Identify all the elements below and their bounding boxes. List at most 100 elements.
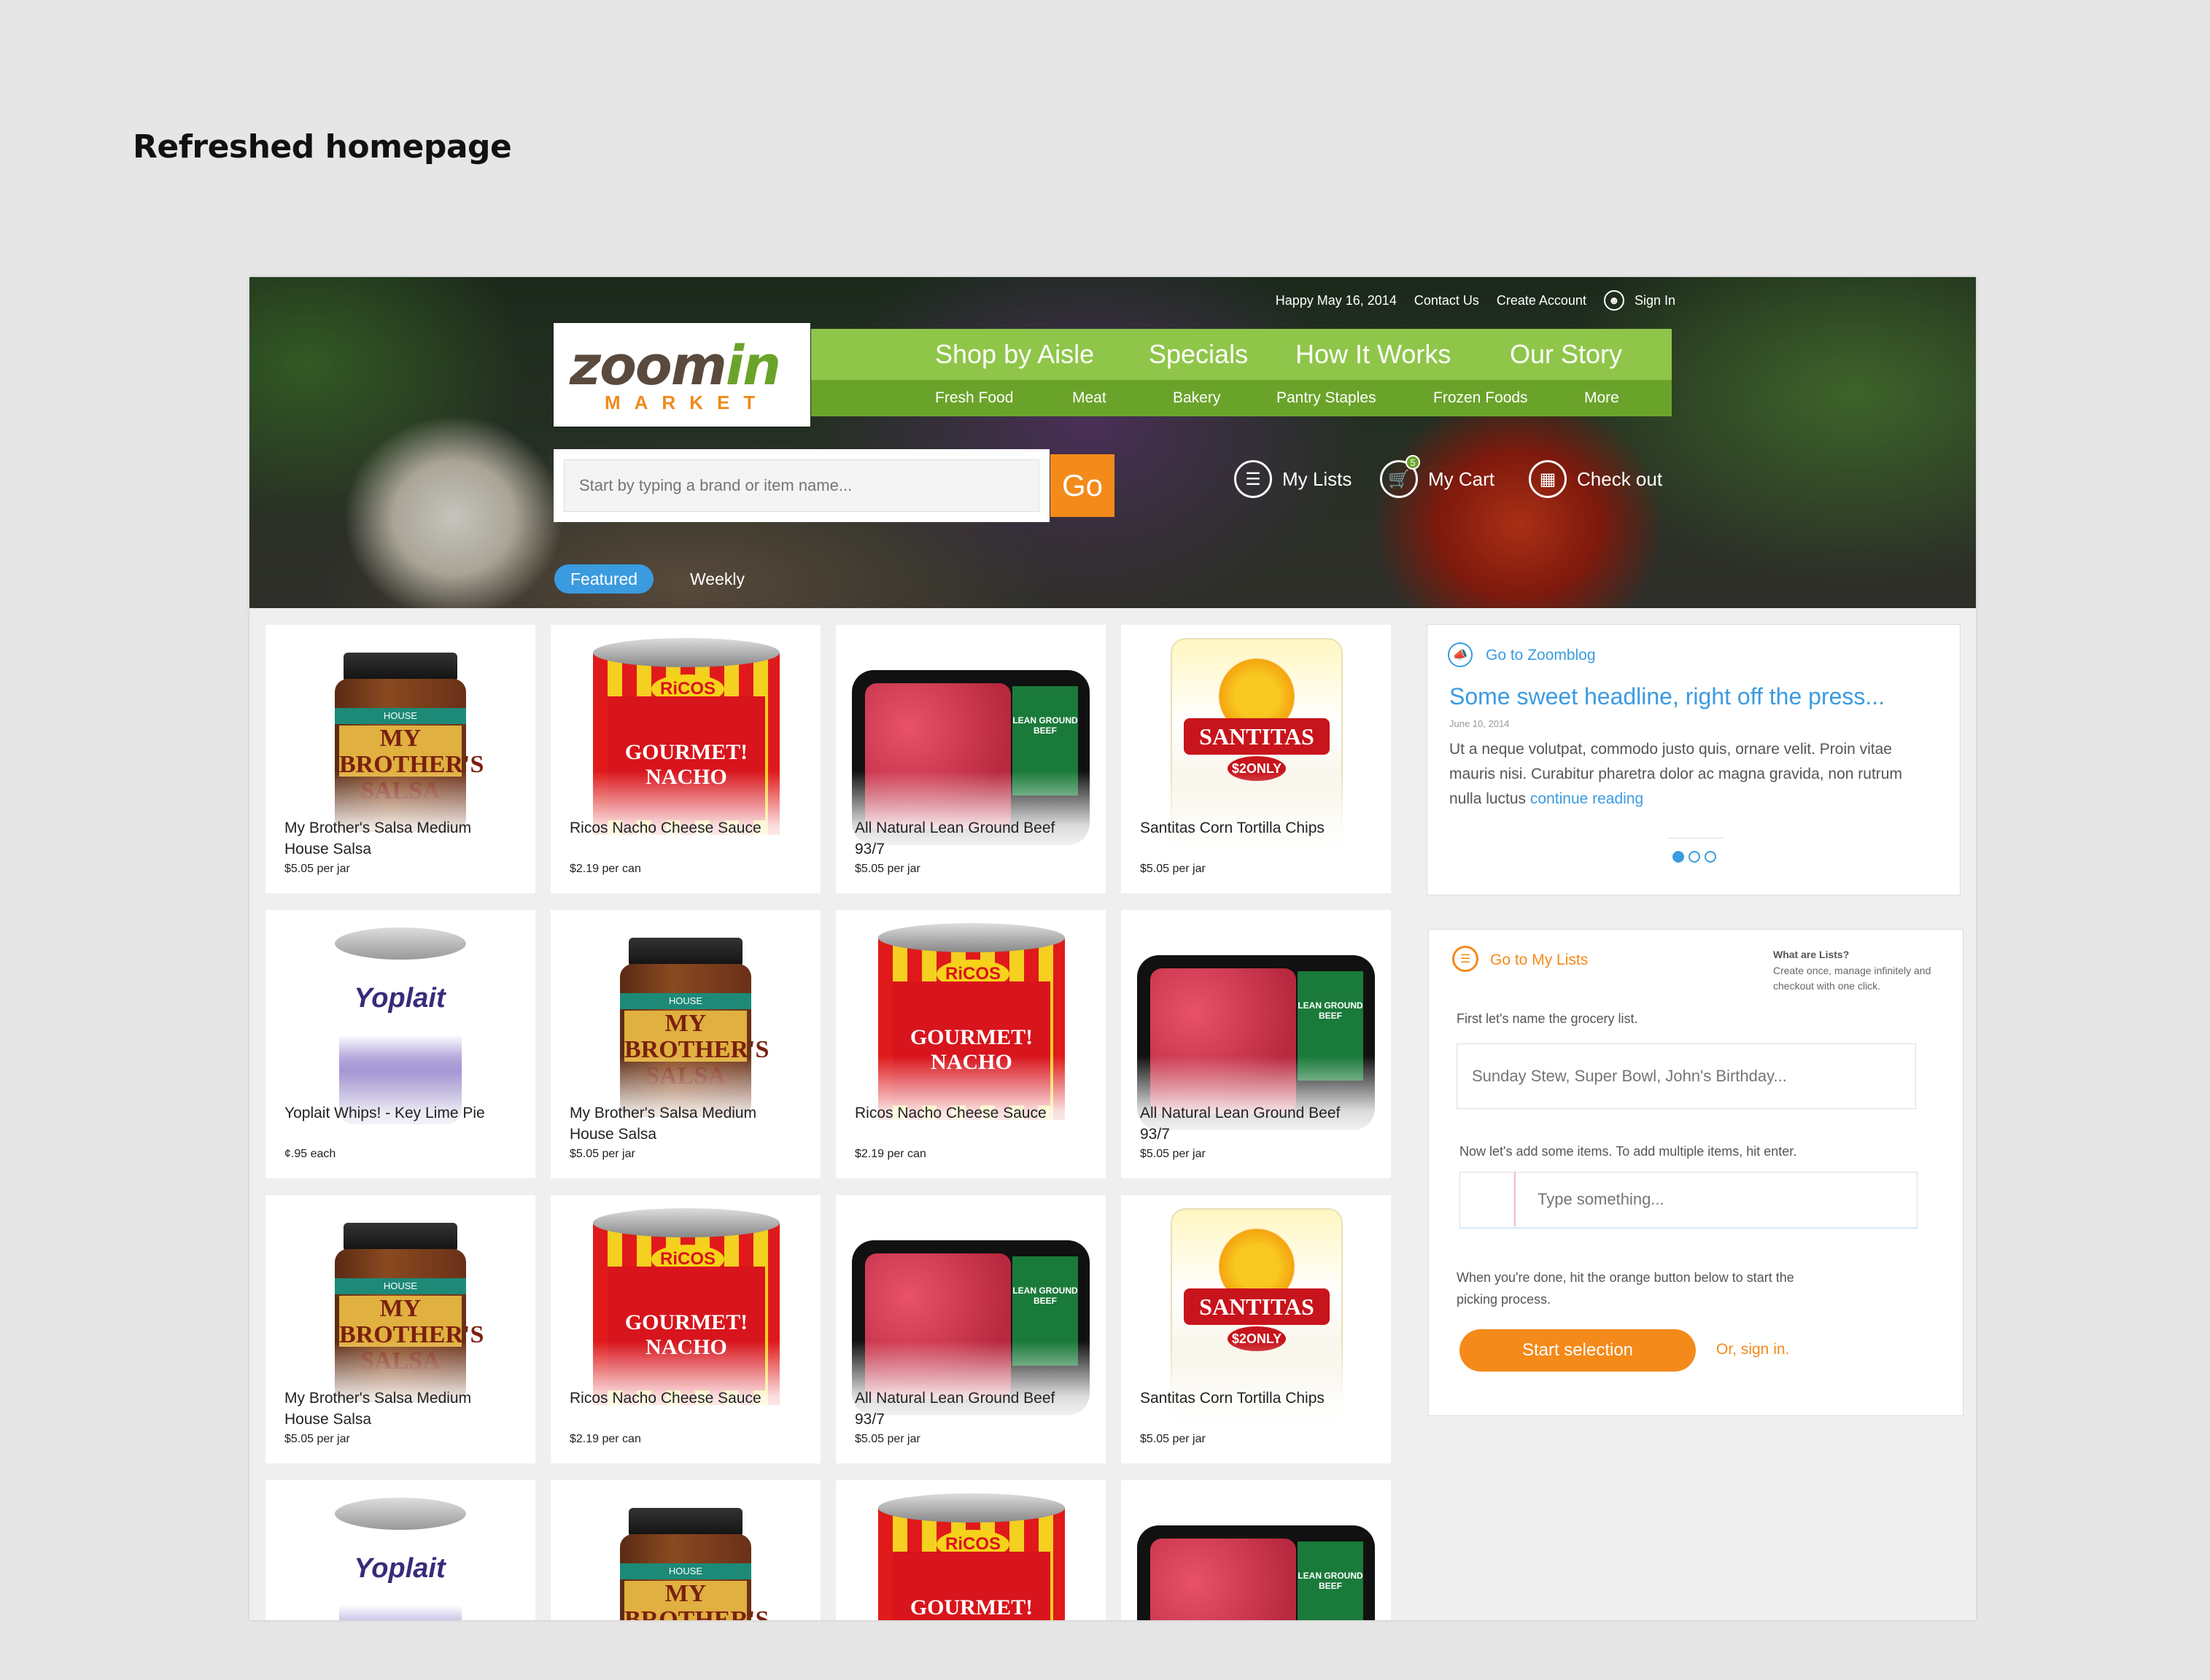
logo[interactable]: zoomin MARKET <box>554 323 810 427</box>
page-title: Refreshed homepage <box>133 128 512 166</box>
product-name[interactable]: Santitas Corn Tortilla Chips <box>1140 817 1359 839</box>
product-card[interactable]: LEAN GROUND BEEF All Natural Lean Ground … <box>1121 910 1391 1178</box>
product-image: HOUSE MY BROTHER'S <box>551 1480 821 1620</box>
product-card[interactable]: Yoplait Yoplait Whips! - Key Lime Pie ¢.95… <box>265 910 535 1178</box>
nav-frozen-foods[interactable]: Frozen Foods <box>1433 389 1528 407</box>
carousel-dot[interactable] <box>1705 851 1716 863</box>
product-name[interactable]: All Natural Lean Ground Beef 93/7 <box>855 1388 1074 1430</box>
main-nav: Shop by Aisle Specials How It Works Our … <box>811 329 1672 416</box>
create-account-link[interactable]: Create Account <box>1497 293 1586 308</box>
product-card[interactable]: HOUSEMY BROTHER'S SALSA My Brother's Sals… <box>265 625 535 893</box>
carousel-divider <box>1668 838 1724 839</box>
blog-card: 📣 Go to Zoomblog Some sweet headline, ri… <box>1427 624 1961 895</box>
carousel-dot[interactable] <box>1688 851 1700 863</box>
my-cart-button[interactable]: 🛒 5 My Cart <box>1380 455 1494 498</box>
product-price: $5.05 per jar <box>570 1148 635 1160</box>
my-lists-button[interactable]: ☰ My Lists <box>1234 460 1352 498</box>
product-image: Yoplait <box>265 1480 535 1620</box>
product-card[interactable]: RiCOSGOURMET! NACHORicos Nacho Cheese Sa… <box>836 910 1106 1178</box>
product-price: $5.05 per jar <box>1140 1433 1206 1445</box>
checkout-label: Check out <box>1577 467 1663 490</box>
product-label-text: Yoplait <box>354 1553 446 1584</box>
logo-in-text: in <box>725 335 781 397</box>
product-name[interactable]: My Brother's Salsa Medium House Salsa <box>570 1102 788 1145</box>
blog-body-text: Ut a neque volutpat, commodo justo quis,… <box>1449 741 1902 807</box>
product-band-text: HOUSE <box>620 1563 751 1579</box>
nav-how-it-works[interactable]: How It Works <box>1295 339 1451 370</box>
nav-fresh-food[interactable]: Fresh Food <box>935 389 1013 407</box>
product-name[interactable]: All Natural Lean Ground Beef 93/7 <box>1140 1102 1359 1145</box>
product-image: RiCOS GOURMET! <box>836 1480 1106 1620</box>
tab-weekly[interactable]: Weekly <box>674 564 761 594</box>
product-price: ¢.95 each <box>284 1148 336 1160</box>
continue-reading-link[interactable]: continue reading <box>1530 790 1643 807</box>
product-card[interactable]: RiCOS GOURMET! <box>836 1480 1106 1620</box>
logo-zoom-text: zoom <box>570 335 727 397</box>
product-band-text: HOUSE <box>620 993 751 1009</box>
carousel-dots <box>1672 851 1716 863</box>
tab-featured[interactable]: Featured <box>554 564 654 594</box>
product-label-text: MY BROTHER'S SALSA <box>624 1010 769 1089</box>
carousel-dot[interactable] <box>1672 851 1684 863</box>
list-icon: ☰ <box>1452 946 1478 972</box>
product-label-text: MY BROTHER'S SALSA <box>339 1295 484 1374</box>
product-name[interactable]: Ricos Nacho Cheese Sauce <box>570 1388 788 1409</box>
product-label-text: SANTITAS <box>1184 1288 1330 1325</box>
nav-meat[interactable]: Meat <box>1072 389 1106 407</box>
user-icon: ☻ <box>1603 290 1624 311</box>
product-label-text: Yoplait <box>354 983 446 1014</box>
product-name[interactable]: Ricos Nacho Cheese Sauce <box>570 817 788 839</box>
nav-sub-bar: Fresh Food Meat Bakery Pantry Staples Fr… <box>811 380 1672 416</box>
blog-date: June 10, 2014 <box>1449 718 1510 729</box>
nav-more[interactable]: More <box>1584 389 1619 407</box>
product-card[interactable]: Yoplait <box>265 1480 535 1620</box>
my-lists-link[interactable]: Go to My Lists <box>1490 952 1588 969</box>
nav-our-story[interactable]: Our Story <box>1510 339 1622 370</box>
hero-banner: Happy May 16, 2014 Contact Us Create Acc… <box>249 277 1976 608</box>
product-card[interactable]: HOUSEMY BROTHER'S SALSA My Brother's Sals… <box>551 910 821 1178</box>
product-card[interactable]: HOUSE MY BROTHER'S <box>551 1480 821 1620</box>
search-box <box>554 449 1050 522</box>
step1-label: First let's name the grocery list. <box>1457 1011 1638 1026</box>
product-name[interactable]: My Brother's Salsa Medium House Salsa <box>284 817 503 860</box>
nav-bakery[interactable]: Bakery <box>1173 389 1220 407</box>
lists-card: ☰ Go to My Lists What are Lists? Create … <box>1428 929 1963 1416</box>
contact-link[interactable]: Contact Us <box>1414 293 1479 308</box>
checkout-button[interactable]: ▦ Check out <box>1529 460 1662 498</box>
product-card[interactable]: HOUSEMY BROTHER'S SALSA My Brother's Sals… <box>265 1195 535 1463</box>
go-button[interactable]: Go <box>1050 454 1114 517</box>
product-card[interactable]: RiCOSGOURMET! NACHORicos Nacho Cheese Sa… <box>551 1195 821 1463</box>
product-card[interactable]: SANTITAS $2ONLY Santitas Corn Tortilla Chi… <box>1121 1195 1391 1463</box>
product-name[interactable]: My Brother's Salsa Medium House Salsa <box>284 1388 503 1430</box>
start-selection-button[interactable]: Start selection <box>1459 1329 1696 1372</box>
product-price: $2.19 per can <box>855 1148 926 1160</box>
step3-label: When you're done, hit the orange button … <box>1457 1270 1794 1307</box>
product-card[interactable]: SANTITAS $2ONLY Santitas Corn Tortilla Chi… <box>1121 625 1391 893</box>
nav-pantry-staples[interactable]: Pantry Staples <box>1276 389 1376 407</box>
search-input[interactable] <box>564 459 1039 512</box>
product-name[interactable]: Ricos Nacho Cheese Sauce <box>855 1102 1074 1124</box>
product-price: $5.05 per jar <box>1140 863 1206 875</box>
product-price: $5.05 per jar <box>855 1433 920 1445</box>
product-name[interactable]: All Natural Lean Ground Beef 93/7 <box>855 817 1074 860</box>
product-card[interactable]: LEAN GROUND BEEF <box>1121 1480 1391 1620</box>
product-card[interactable]: LEAN GROUND BEEF All Natural Lean Ground … <box>836 625 1106 893</box>
product-label-text: MY BROTHER'S SALSA <box>339 725 484 804</box>
product-name[interactable]: Santitas Corn Tortilla Chips <box>1140 1388 1359 1409</box>
browser-frame: Happy May 16, 2014 Contact Us Create Acc… <box>249 277 1976 1620</box>
item-entry-box <box>1459 1172 1918 1229</box>
sign-in-link[interactable]: Sign In <box>1635 293 1675 308</box>
date-greeting: Happy May 16, 2014 <box>1275 292 1397 308</box>
product-card[interactable]: LEAN GROUND BEEF All Natural Lean Ground … <box>836 1195 1106 1463</box>
register-icon: ▦ <box>1529 460 1567 498</box>
item-input[interactable] <box>1514 1172 1915 1226</box>
nav-shop-by-aisle[interactable]: Shop by Aisle <box>935 339 1094 370</box>
product-card[interactable]: RiCOSGOURMET! NACHORicos Nacho Cheese Sa… <box>551 625 821 893</box>
blog-headline[interactable]: Some sweet headline, right off the press… <box>1449 683 1885 710</box>
sign-in-link[interactable]: Or, sign in. <box>1716 1341 1789 1358</box>
nav-specials[interactable]: Specials <box>1149 339 1248 370</box>
zoomblog-link[interactable]: Go to Zoomblog <box>1486 647 1596 664</box>
product-name[interactable]: Yoplait Whips! - Key Lime Pie <box>284 1102 503 1124</box>
what-are-lists-title: What are Lists? <box>1773 949 1850 960</box>
list-name-input[interactable] <box>1457 1043 1916 1109</box>
